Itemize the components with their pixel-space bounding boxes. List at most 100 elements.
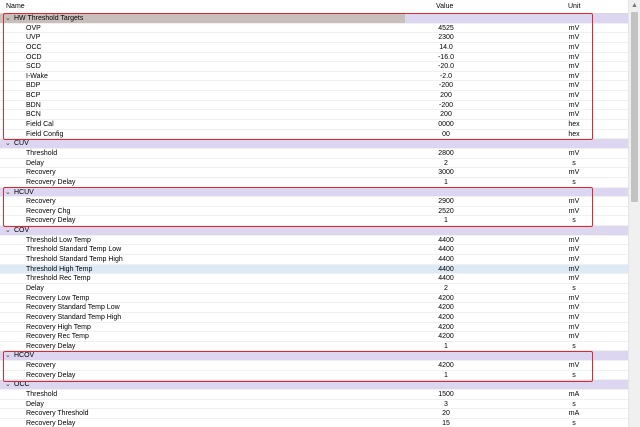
parameter-value[interactable]: 200 bbox=[408, 91, 484, 101]
parameter-value[interactable]: 2 bbox=[408, 159, 484, 169]
parameter-value[interactable]: 4400 bbox=[408, 255, 484, 265]
parameter-name: Threshold bbox=[26, 390, 58, 398]
parameter-name: Threshold Low Temp bbox=[26, 236, 91, 244]
vertical-scrollbar[interactable]: ▲ bbox=[628, 0, 640, 427]
parameter-row[interactable]: Delay 3 s bbox=[0, 399, 628, 410]
parameter-value[interactable]: 1500 bbox=[408, 390, 484, 400]
group-row-hcov[interactable]: ⌄ HCOV bbox=[0, 351, 628, 362]
parameter-row[interactable]: BCN 200 mV bbox=[0, 110, 628, 121]
parameter-name: Threshold bbox=[26, 149, 58, 157]
parameter-value[interactable]: -20.0 bbox=[408, 62, 484, 72]
parameter-row[interactable]: Recovery High Temp 4200 mV bbox=[0, 322, 628, 333]
parameter-value[interactable]: 0000 bbox=[408, 120, 484, 130]
group-title: CUV bbox=[14, 140, 29, 148]
parameter-row[interactable]: BDP -200 mV bbox=[0, 81, 628, 92]
parameter-value[interactable]: 4400 bbox=[408, 265, 484, 275]
parameter-name: Threshold Rec Temp bbox=[26, 275, 91, 283]
parameter-row[interactable]: Threshold Standard Temp High 4400 mV bbox=[0, 255, 628, 265]
parameter-value[interactable]: 2520 bbox=[408, 207, 484, 217]
parameter-value[interactable]: 14.0 bbox=[408, 43, 484, 53]
parameter-row[interactable]: OCD -16.0 mV bbox=[0, 52, 628, 63]
parameter-name: BDN bbox=[26, 101, 41, 109]
parameter-value[interactable]: 4200 bbox=[408, 332, 484, 342]
parameter-row[interactable]: Recovery Standard Temp High 4200 mV bbox=[0, 312, 628, 323]
parameter-row[interactable]: Threshold Rec Temp 4400 mV bbox=[0, 274, 628, 284]
parameter-row[interactable]: I-Wake -2.0 mV bbox=[0, 71, 628, 82]
parameter-row[interactable]: Field Cal 0000 hex bbox=[0, 120, 628, 130]
parameter-value[interactable]: -200 bbox=[408, 81, 484, 91]
parameter-row[interactable]: Recovery 2900 mV bbox=[0, 197, 628, 207]
parameter-row[interactable]: Threshold 2800 mV bbox=[0, 148, 628, 159]
parameter-value[interactable]: 4200 bbox=[408, 313, 484, 323]
parameter-row[interactable]: Threshold High Temp 4400 mV bbox=[0, 264, 628, 275]
parameter-value[interactable]: 1 bbox=[408, 216, 484, 226]
group-row-hw-threshold-targets[interactable]: ⌄ HW Threshold Targets bbox=[0, 14, 628, 24]
parameter-row[interactable]: Recovery Delay 1 s bbox=[0, 341, 628, 352]
collapse-chevron-icon[interactable]: ⌄ bbox=[5, 139, 11, 149]
parameter-value[interactable]: 2 bbox=[408, 284, 484, 294]
parameter-value[interactable]: -16.0 bbox=[408, 53, 484, 63]
parameter-value[interactable]: -200 bbox=[408, 101, 484, 111]
parameter-row[interactable]: Recovery Low Temp 4200 mV bbox=[0, 293, 628, 304]
parameter-value[interactable]: 4200 bbox=[408, 294, 484, 304]
parameter-value[interactable]: 4400 bbox=[408, 274, 484, 284]
parameter-row[interactable]: Recovery Delay 1 s bbox=[0, 177, 628, 188]
parameter-value[interactable]: 15 bbox=[408, 419, 484, 427]
parameter-row[interactable]: Delay 2 s bbox=[0, 158, 628, 169]
group-row-hcuv[interactable]: ⌄ HCUV bbox=[0, 187, 628, 198]
parameter-row[interactable]: Field Config 00 hex bbox=[0, 129, 628, 140]
parameter-value[interactable]: 2800 bbox=[408, 149, 484, 159]
parameter-row[interactable]: Recovery Delay 15 s bbox=[0, 418, 628, 427]
parameter-value[interactable]: 4200 bbox=[408, 323, 484, 333]
parameter-unit: mV bbox=[568, 275, 580, 283]
parameter-row[interactable]: Recovery Standard Temp Low 4200 mV bbox=[0, 303, 628, 313]
parameter-value[interactable]: 4400 bbox=[408, 245, 484, 255]
parameter-row[interactable]: OVP 4525 mV bbox=[0, 23, 628, 34]
parameter-value[interactable]: 1 bbox=[408, 342, 484, 352]
parameter-row[interactable]: SCD -20.0 mV bbox=[0, 62, 628, 72]
parameter-value[interactable]: 3 bbox=[408, 400, 484, 410]
parameter-value[interactable]: 2900 bbox=[408, 197, 484, 207]
parameter-value[interactable]: 4525 bbox=[408, 24, 484, 34]
column-header-value[interactable]: Value bbox=[436, 3, 453, 10]
group-row-cov[interactable]: ⌄ COV bbox=[0, 226, 628, 236]
parameter-value[interactable]: 4200 bbox=[408, 361, 484, 371]
parameter-row[interactable]: BCP 200 mV bbox=[0, 91, 628, 101]
parameter-row[interactable]: UVP 2300 mV bbox=[0, 33, 628, 43]
parameter-row[interactable]: OCC 14.0 mV bbox=[0, 42, 628, 53]
collapse-chevron-icon[interactable]: ⌄ bbox=[5, 188, 11, 198]
parameter-row[interactable]: Recovery 3000 mV bbox=[0, 168, 628, 178]
parameter-row[interactable]: Delay 2 s bbox=[0, 283, 628, 294]
collapse-chevron-icon[interactable]: ⌄ bbox=[5, 14, 11, 24]
parameter-unit: mV bbox=[568, 111, 580, 119]
column-header-name[interactable]: Name bbox=[6, 3, 25, 10]
scrollbar-thumb[interactable] bbox=[631, 12, 638, 202]
parameter-value[interactable]: 4400 bbox=[408, 236, 484, 246]
parameter-value[interactable]: 20 bbox=[408, 409, 484, 419]
parameter-row[interactable]: Recovery Threshold 20 mA bbox=[0, 409, 628, 419]
parameter-row[interactable]: Recovery 4200 mV bbox=[0, 361, 628, 371]
collapse-chevron-icon[interactable]: ⌄ bbox=[5, 380, 11, 390]
parameter-value[interactable]: 2300 bbox=[408, 33, 484, 43]
parameter-row[interactable]: Recovery Delay 1 s bbox=[0, 370, 628, 381]
collapse-chevron-icon[interactable]: ⌄ bbox=[5, 226, 11, 236]
parameter-value[interactable]: -2.0 bbox=[408, 72, 484, 82]
parameter-row[interactable]: BDN -200 mV bbox=[0, 100, 628, 111]
parameter-row[interactable]: Threshold Low Temp 4400 mV bbox=[0, 235, 628, 246]
parameter-row[interactable]: Threshold Standard Temp Low 4400 mV bbox=[0, 245, 628, 256]
group-row-occ[interactable]: ⌄ OCC bbox=[0, 380, 628, 390]
parameter-value[interactable]: 200 bbox=[408, 110, 484, 120]
column-header-unit[interactable]: Unit bbox=[568, 3, 580, 10]
parameter-row[interactable]: Threshold 1500 mA bbox=[0, 389, 628, 400]
parameter-value[interactable]: 00 bbox=[408, 130, 484, 140]
parameter-value[interactable]: 1 bbox=[408, 371, 484, 381]
parameter-row[interactable]: Recovery Rec Temp 4200 mV bbox=[0, 332, 628, 342]
parameter-value[interactable]: 3000 bbox=[408, 168, 484, 178]
parameter-row[interactable]: Recovery Delay 1 s bbox=[0, 216, 628, 227]
collapse-chevron-icon[interactable]: ⌄ bbox=[5, 351, 11, 361]
parameter-value[interactable]: 1 bbox=[408, 178, 484, 188]
group-row-cuv[interactable]: ⌄ CUV bbox=[0, 139, 628, 149]
parameter-row[interactable]: Recovery Chg 2520 mV bbox=[0, 206, 628, 217]
parameter-value[interactable]: 4200 bbox=[408, 303, 484, 313]
scroll-up-arrow-icon[interactable]: ▲ bbox=[631, 2, 638, 9]
